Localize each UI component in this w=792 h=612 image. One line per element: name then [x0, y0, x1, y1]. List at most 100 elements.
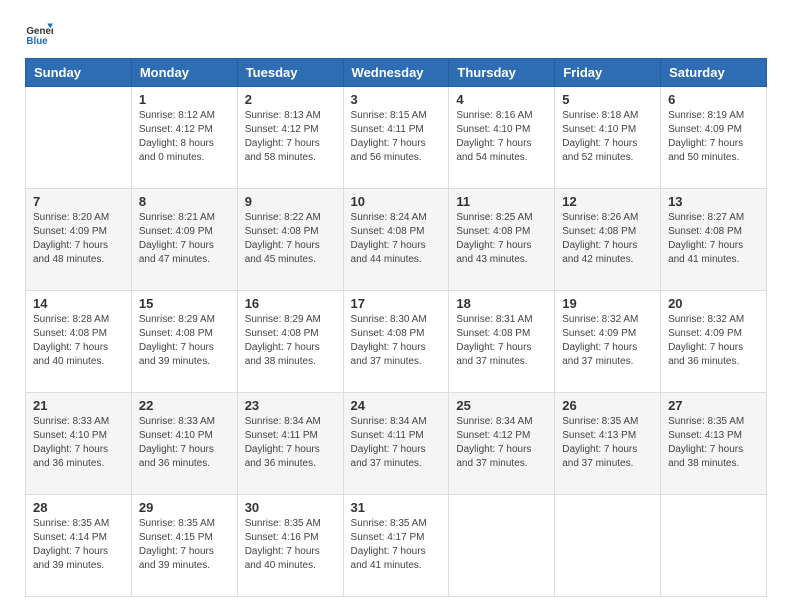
day-number: 3 [351, 92, 442, 107]
svg-text:Blue: Blue [26, 36, 48, 47]
day-number: 16 [245, 296, 336, 311]
day-number: 25 [456, 398, 547, 413]
day-number: 20 [668, 296, 759, 311]
logo-icon: General Blue [25, 20, 53, 48]
calendar-cell: 24 Sunrise: 8:34 AMSunset: 4:11 PMDaylig… [343, 393, 449, 495]
day-number: 10 [351, 194, 442, 209]
calendar-cell: 7 Sunrise: 8:20 AMSunset: 4:09 PMDayligh… [26, 189, 132, 291]
day-info: Sunrise: 8:34 AMSunset: 4:11 PMDaylight:… [351, 416, 427, 469]
day-info: Sunrise: 8:32 AMSunset: 4:09 PMDaylight:… [562, 314, 638, 367]
day-info: Sunrise: 8:28 AMSunset: 4:08 PMDaylight:… [33, 314, 109, 367]
weekday-header-tuesday: Tuesday [237, 59, 343, 87]
day-number: 30 [245, 500, 336, 515]
day-info: Sunrise: 8:18 AMSunset: 4:10 PMDaylight:… [562, 110, 638, 163]
calendar-cell: 27 Sunrise: 8:35 AMSunset: 4:13 PMDaylig… [661, 393, 767, 495]
day-number: 14 [33, 296, 124, 311]
page: General Blue SundayMondayTuesdayWednesda… [0, 0, 792, 612]
day-info: Sunrise: 8:35 AMSunset: 4:16 PMDaylight:… [245, 518, 321, 571]
day-info: Sunrise: 8:35 AMSunset: 4:13 PMDaylight:… [562, 416, 638, 469]
calendar-cell: 22 Sunrise: 8:33 AMSunset: 4:10 PMDaylig… [131, 393, 237, 495]
weekday-header-sunday: Sunday [26, 59, 132, 87]
day-info: Sunrise: 8:35 AMSunset: 4:14 PMDaylight:… [33, 518, 109, 571]
weekday-header-row: SundayMondayTuesdayWednesdayThursdayFrid… [26, 59, 767, 87]
day-number: 29 [139, 500, 230, 515]
weekday-header-thursday: Thursday [449, 59, 555, 87]
day-number: 28 [33, 500, 124, 515]
calendar-cell: 13 Sunrise: 8:27 AMSunset: 4:08 PMDaylig… [661, 189, 767, 291]
day-number: 26 [562, 398, 653, 413]
day-info: Sunrise: 8:19 AMSunset: 4:09 PMDaylight:… [668, 110, 744, 163]
calendar-cell: 20 Sunrise: 8:32 AMSunset: 4:09 PMDaylig… [661, 291, 767, 393]
day-info: Sunrise: 8:25 AMSunset: 4:08 PMDaylight:… [456, 212, 532, 265]
day-info: Sunrise: 8:35 AMSunset: 4:17 PMDaylight:… [351, 518, 427, 571]
calendar-cell: 6 Sunrise: 8:19 AMSunset: 4:09 PMDayligh… [661, 87, 767, 189]
calendar-cell: 5 Sunrise: 8:18 AMSunset: 4:10 PMDayligh… [555, 87, 661, 189]
day-number: 19 [562, 296, 653, 311]
calendar-cell: 2 Sunrise: 8:13 AMSunset: 4:12 PMDayligh… [237, 87, 343, 189]
calendar-cell [555, 495, 661, 597]
calendar-cell: 16 Sunrise: 8:29 AMSunset: 4:08 PMDaylig… [237, 291, 343, 393]
day-info: Sunrise: 8:31 AMSunset: 4:08 PMDaylight:… [456, 314, 532, 367]
weekday-header-wednesday: Wednesday [343, 59, 449, 87]
day-number: 27 [668, 398, 759, 413]
day-number: 6 [668, 92, 759, 107]
day-info: Sunrise: 8:24 AMSunset: 4:08 PMDaylight:… [351, 212, 427, 265]
day-number: 1 [139, 92, 230, 107]
calendar-cell [449, 495, 555, 597]
calendar-cell: 18 Sunrise: 8:31 AMSunset: 4:08 PMDaylig… [449, 291, 555, 393]
calendar-cell: 25 Sunrise: 8:34 AMSunset: 4:12 PMDaylig… [449, 393, 555, 495]
calendar-cell: 31 Sunrise: 8:35 AMSunset: 4:17 PMDaylig… [343, 495, 449, 597]
day-info: Sunrise: 8:34 AMSunset: 4:11 PMDaylight:… [245, 416, 321, 469]
day-number: 7 [33, 194, 124, 209]
calendar-cell: 17 Sunrise: 8:30 AMSunset: 4:08 PMDaylig… [343, 291, 449, 393]
day-info: Sunrise: 8:22 AMSunset: 4:08 PMDaylight:… [245, 212, 321, 265]
calendar-cell: 19 Sunrise: 8:32 AMSunset: 4:09 PMDaylig… [555, 291, 661, 393]
logo: General Blue [25, 20, 57, 48]
calendar-week-5: 28 Sunrise: 8:35 AMSunset: 4:14 PMDaylig… [26, 495, 767, 597]
day-info: Sunrise: 8:35 AMSunset: 4:13 PMDaylight:… [668, 416, 744, 469]
day-number: 5 [562, 92, 653, 107]
calendar-cell: 30 Sunrise: 8:35 AMSunset: 4:16 PMDaylig… [237, 495, 343, 597]
day-info: Sunrise: 8:16 AMSunset: 4:10 PMDaylight:… [456, 110, 532, 163]
day-number: 23 [245, 398, 336, 413]
calendar-cell: 11 Sunrise: 8:25 AMSunset: 4:08 PMDaylig… [449, 189, 555, 291]
calendar-cell [661, 495, 767, 597]
day-number: 15 [139, 296, 230, 311]
calendar-cell: 28 Sunrise: 8:35 AMSunset: 4:14 PMDaylig… [26, 495, 132, 597]
day-info: Sunrise: 8:34 AMSunset: 4:12 PMDaylight:… [456, 416, 532, 469]
day-info: Sunrise: 8:20 AMSunset: 4:09 PMDaylight:… [33, 212, 109, 265]
day-info: Sunrise: 8:15 AMSunset: 4:11 PMDaylight:… [351, 110, 427, 163]
calendar-cell: 23 Sunrise: 8:34 AMSunset: 4:11 PMDaylig… [237, 393, 343, 495]
day-number: 13 [668, 194, 759, 209]
weekday-header-monday: Monday [131, 59, 237, 87]
day-info: Sunrise: 8:35 AMSunset: 4:15 PMDaylight:… [139, 518, 215, 571]
day-info: Sunrise: 8:29 AMSunset: 4:08 PMDaylight:… [139, 314, 215, 367]
day-number: 4 [456, 92, 547, 107]
calendar-cell [26, 87, 132, 189]
day-info: Sunrise: 8:30 AMSunset: 4:08 PMDaylight:… [351, 314, 427, 367]
calendar-cell: 1 Sunrise: 8:12 AMSunset: 4:12 PMDayligh… [131, 87, 237, 189]
calendar-cell: 21 Sunrise: 8:33 AMSunset: 4:10 PMDaylig… [26, 393, 132, 495]
calendar-week-3: 14 Sunrise: 8:28 AMSunset: 4:08 PMDaylig… [26, 291, 767, 393]
header: General Blue [25, 20, 767, 48]
calendar-cell: 14 Sunrise: 8:28 AMSunset: 4:08 PMDaylig… [26, 291, 132, 393]
calendar-cell: 8 Sunrise: 8:21 AMSunset: 4:09 PMDayligh… [131, 189, 237, 291]
calendar-cell: 12 Sunrise: 8:26 AMSunset: 4:08 PMDaylig… [555, 189, 661, 291]
day-info: Sunrise: 8:13 AMSunset: 4:12 PMDaylight:… [245, 110, 321, 163]
day-info: Sunrise: 8:21 AMSunset: 4:09 PMDaylight:… [139, 212, 215, 265]
calendar-week-1: 1 Sunrise: 8:12 AMSunset: 4:12 PMDayligh… [26, 87, 767, 189]
calendar-week-2: 7 Sunrise: 8:20 AMSunset: 4:09 PMDayligh… [26, 189, 767, 291]
day-number: 2 [245, 92, 336, 107]
calendar-cell: 4 Sunrise: 8:16 AMSunset: 4:10 PMDayligh… [449, 87, 555, 189]
calendar-table: SundayMondayTuesdayWednesdayThursdayFrid… [25, 58, 767, 597]
day-info: Sunrise: 8:32 AMSunset: 4:09 PMDaylight:… [668, 314, 744, 367]
day-info: Sunrise: 8:33 AMSunset: 4:10 PMDaylight:… [33, 416, 109, 469]
calendar-cell: 26 Sunrise: 8:35 AMSunset: 4:13 PMDaylig… [555, 393, 661, 495]
day-number: 17 [351, 296, 442, 311]
day-number: 12 [562, 194, 653, 209]
day-number: 18 [456, 296, 547, 311]
day-number: 8 [139, 194, 230, 209]
calendar-cell: 15 Sunrise: 8:29 AMSunset: 4:08 PMDaylig… [131, 291, 237, 393]
day-number: 31 [351, 500, 442, 515]
day-number: 9 [245, 194, 336, 209]
